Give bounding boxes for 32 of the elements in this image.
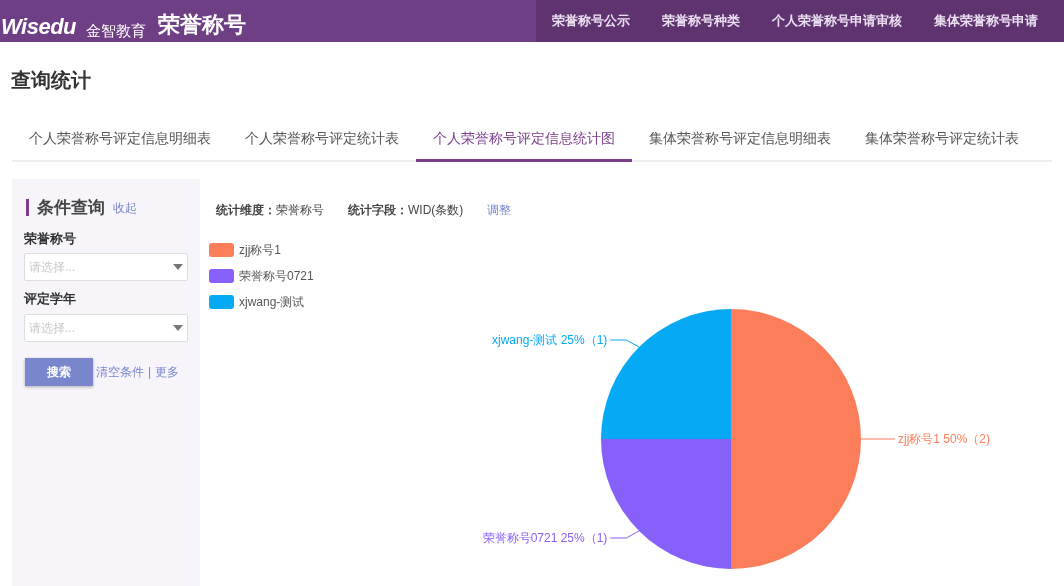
app-title: 荣誉称号	[158, 14, 247, 36]
leader-line	[860, 438, 896, 440]
data-label: zjj称号1 50%（2)	[898, 432, 991, 446]
tab[interactable]: 集体荣誉称号评定信息明细表	[632, 118, 848, 162]
data-label: 荣誉称号0721 25%（1)	[482, 531, 608, 545]
title-accent-bar	[26, 199, 29, 217]
nav-link[interactable]: 集体荣誉称号申请	[934, 11, 1038, 31]
tab[interactable]: 个人荣誉称号评定信息统计图	[416, 118, 632, 162]
tab[interactable]: 个人荣誉称号评定统计表	[228, 118, 416, 162]
field-text: 统计字段：WID(条数)	[348, 202, 464, 219]
legend-label: zjj称号1	[239, 242, 281, 259]
field-label: 评定学年	[24, 290, 77, 308]
panel-title: 条件查询	[37, 197, 105, 219]
leader-line	[609, 339, 640, 348]
tab[interactable]: 个人荣誉称号评定信息明细表	[12, 118, 228, 162]
legend-label: 荣誉称号0721	[239, 268, 314, 285]
leader-line	[609, 530, 640, 539]
tab[interactable]: 集体荣誉称号评定统计表	[848, 118, 1036, 162]
logo: Wisedu	[0, 16, 77, 38]
dimension-text: 统计维度：荣誉称号	[216, 202, 324, 219]
caret-icon	[173, 264, 183, 270]
separator: |	[148, 363, 152, 381]
adjust-link[interactable]: 调整	[487, 201, 512, 219]
caret-icon	[173, 324, 183, 331]
logo-subtitle: 金智教育	[86, 23, 147, 38]
page-title: 查询统计	[11, 68, 91, 93]
nav-link[interactable]: 个人荣誉称号申请审核	[772, 11, 902, 31]
field-label: 荣誉称号	[24, 229, 77, 248]
nav-link[interactable]: 荣誉称号公示	[552, 11, 630, 31]
nav-link[interactable]: 荣誉称号种类	[662, 11, 740, 31]
legend-label: xjwang-测试	[239, 294, 305, 311]
data-label: xjwang-测试 25%（1)	[491, 333, 608, 347]
